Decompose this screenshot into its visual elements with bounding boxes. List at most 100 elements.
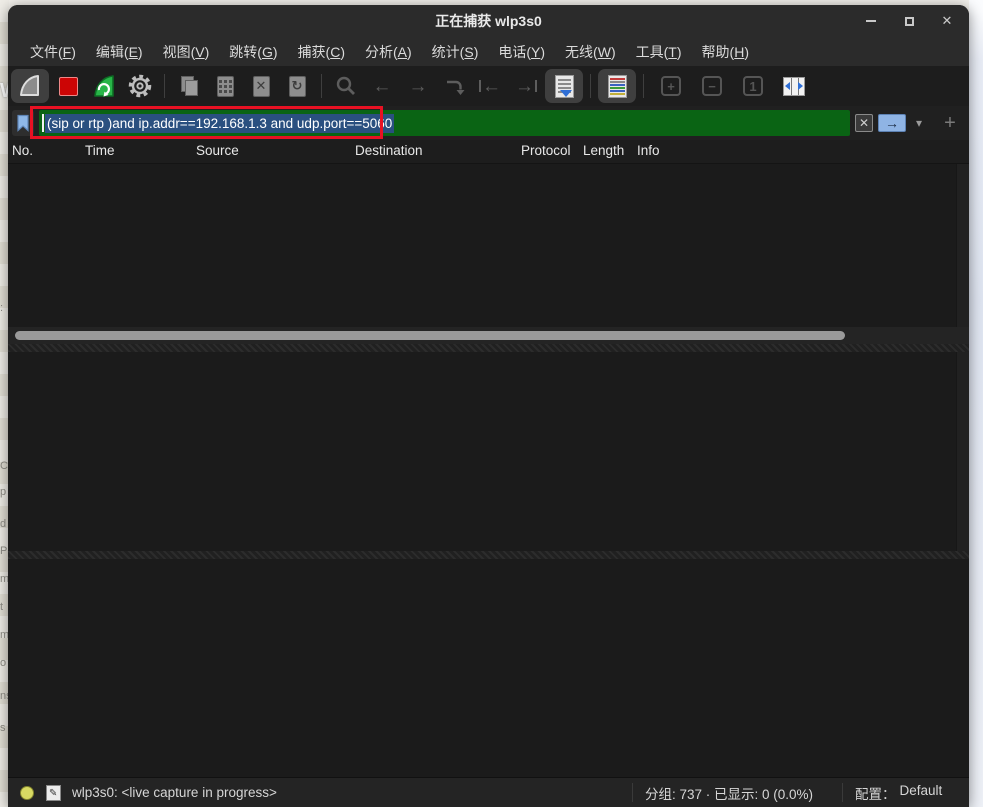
menu-edit[interactable]: 编辑(E) xyxy=(86,39,153,65)
save-file-icon xyxy=(217,76,234,97)
resize-columns-icon xyxy=(783,77,805,96)
menu-statistics[interactable]: 统计(S) xyxy=(422,39,489,65)
reload-file-button[interactable]: ↻ xyxy=(284,73,310,99)
capture-comment-button[interactable]: ✎ xyxy=(46,785,61,801)
colorize-icon xyxy=(608,75,627,98)
save-file-button[interactable] xyxy=(212,73,238,99)
colorize-toggle[interactable] xyxy=(598,69,636,103)
auto-scroll-icon xyxy=(555,75,574,98)
background-text-fragment: t xyxy=(0,601,3,613)
status-bar: ✎ wlp3s0: <live capture in progress> 分组:… xyxy=(8,777,969,807)
column-destination[interactable]: Destination xyxy=(355,143,423,158)
filter-clear-button[interactable]: ✕ xyxy=(855,114,873,132)
pane-splitter-bottom[interactable] xyxy=(8,551,969,559)
vertical-scrollbar-track[interactable] xyxy=(956,352,969,551)
stop-capture-button[interactable] xyxy=(55,73,81,99)
background-text-fragment: d xyxy=(0,518,6,530)
profile-label: 配置： xyxy=(855,783,896,803)
horizontal-scrollbar[interactable] xyxy=(8,327,969,344)
expert-info-button[interactable] xyxy=(20,786,34,800)
vertical-scrollbar-track[interactable] xyxy=(956,164,969,327)
go-first-icon: ← xyxy=(479,77,501,96)
forward-arrow-icon: → xyxy=(409,77,428,96)
wireshark-fin-icon xyxy=(17,73,43,99)
zoom-in-button[interactable]: + xyxy=(658,73,684,99)
capture-options-button[interactable] xyxy=(127,73,153,99)
search-icon xyxy=(335,75,357,97)
desktop-background-right xyxy=(969,0,983,807)
find-packet-button[interactable] xyxy=(333,73,359,99)
packet-list-body[interactable] xyxy=(8,164,969,327)
background-text-fragment: : xyxy=(0,302,3,314)
maximize-button[interactable] xyxy=(901,13,917,29)
menu-help[interactable]: 帮助(H) xyxy=(692,39,759,65)
background-text-fragment: o xyxy=(0,657,6,669)
go-first-button[interactable]: ← xyxy=(477,73,503,99)
zoom-original-button[interactable]: 1 xyxy=(740,73,766,99)
horizontal-scrollbar-thumb[interactable] xyxy=(15,331,845,340)
menu-capture[interactable]: 捕获(C) xyxy=(288,39,355,65)
menu-tools[interactable]: 工具(T) xyxy=(626,39,692,65)
profile-selector[interactable]: 配置： Default xyxy=(855,783,942,803)
column-time[interactable]: Time xyxy=(85,143,115,158)
start-capture-button[interactable] xyxy=(11,69,49,103)
packet-details-pane[interactable] xyxy=(8,352,969,551)
menu-file[interactable]: 文件(F) xyxy=(20,39,86,65)
close-file-button[interactable]: ✕ xyxy=(248,73,274,99)
display-filter-input[interactable]: (sip or rtp )and ip.addr==192.168.1.3 an… xyxy=(39,110,850,136)
text-caret xyxy=(42,114,44,132)
clear-icon: ✕ xyxy=(859,116,869,130)
menu-analyze[interactable]: 分析(A) xyxy=(355,39,422,65)
packet-count-summary: 分组: 737 · 已显示: 0 (0.0%) xyxy=(645,783,813,803)
column-info[interactable]: Info xyxy=(637,143,660,158)
open-file-button[interactable] xyxy=(176,73,202,99)
go-last-button[interactable]: → xyxy=(513,73,539,99)
menu-bar: 文件(F) 编辑(E) 视图(V) 跳转(G) 捕获(C) 分析(A) 统计(S… xyxy=(8,37,969,66)
stop-icon xyxy=(59,77,78,96)
apply-arrow-icon: → xyxy=(885,116,899,130)
filter-bookmark-button[interactable] xyxy=(12,110,34,136)
zoom-original-icon: 1 xyxy=(743,76,763,96)
filter-history-dropdown[interactable]: ▾ xyxy=(911,116,927,130)
menu-go[interactable]: 跳转(G) xyxy=(219,39,287,65)
auto-scroll-toggle[interactable] xyxy=(545,69,583,103)
minimize-button[interactable] xyxy=(863,13,879,29)
close-file-icon: ✕ xyxy=(253,76,270,97)
capture-status-text: wlp3s0: <live capture in progress> xyxy=(72,785,277,800)
menu-wireless[interactable]: 无线(W) xyxy=(555,39,626,65)
main-toolbar: ✕ ↻ ← → ← xyxy=(8,66,969,106)
gear-icon xyxy=(127,73,153,99)
chevron-down-icon: ▾ xyxy=(916,116,922,130)
background-text-fragment: s xyxy=(0,722,6,734)
maximize-icon xyxy=(905,17,914,26)
column-no[interactable]: No. xyxy=(12,143,33,158)
filter-expression-text: (sip or rtp )and ip.addr==192.168.1.3 an… xyxy=(45,114,394,133)
column-length[interactable]: Length xyxy=(583,143,624,158)
go-back-button[interactable]: ← xyxy=(369,73,395,99)
menu-view[interactable]: 视图(V) xyxy=(153,39,220,65)
go-forward-button[interactable]: → xyxy=(405,73,431,99)
packet-list-header: No. Time Source Destination Protocol Len… xyxy=(8,140,969,164)
plus-icon: + xyxy=(944,112,956,134)
menu-telephony[interactable]: 电话(Y) xyxy=(488,39,555,65)
close-button[interactable]: ✕ xyxy=(939,13,955,29)
pane-splitter-top[interactable] xyxy=(8,344,969,352)
zoom-in-icon: + xyxy=(661,76,681,96)
filter-add-button[interactable]: + xyxy=(940,112,960,135)
column-source[interactable]: Source xyxy=(196,143,239,158)
restart-fin-icon xyxy=(91,73,117,99)
jump-arrow-icon xyxy=(443,75,465,97)
resize-columns-button[interactable] xyxy=(781,73,807,99)
bookmark-icon xyxy=(16,114,30,132)
background-text-fragment: C xyxy=(0,460,8,472)
filter-apply-button[interactable]: → xyxy=(878,114,906,132)
packet-bytes-pane[interactable] xyxy=(8,559,969,777)
column-protocol[interactable]: Protocol xyxy=(521,143,571,158)
restart-capture-button[interactable] xyxy=(91,73,117,99)
title-bar[interactable]: 正在捕获 wlp3s0 ✕ xyxy=(8,5,969,37)
go-last-icon: → xyxy=(515,77,537,96)
go-to-packet-button[interactable] xyxy=(441,73,467,99)
toolbar-separator xyxy=(164,74,165,98)
zoom-out-button[interactable]: − xyxy=(699,73,725,99)
open-file-icon xyxy=(178,75,200,97)
